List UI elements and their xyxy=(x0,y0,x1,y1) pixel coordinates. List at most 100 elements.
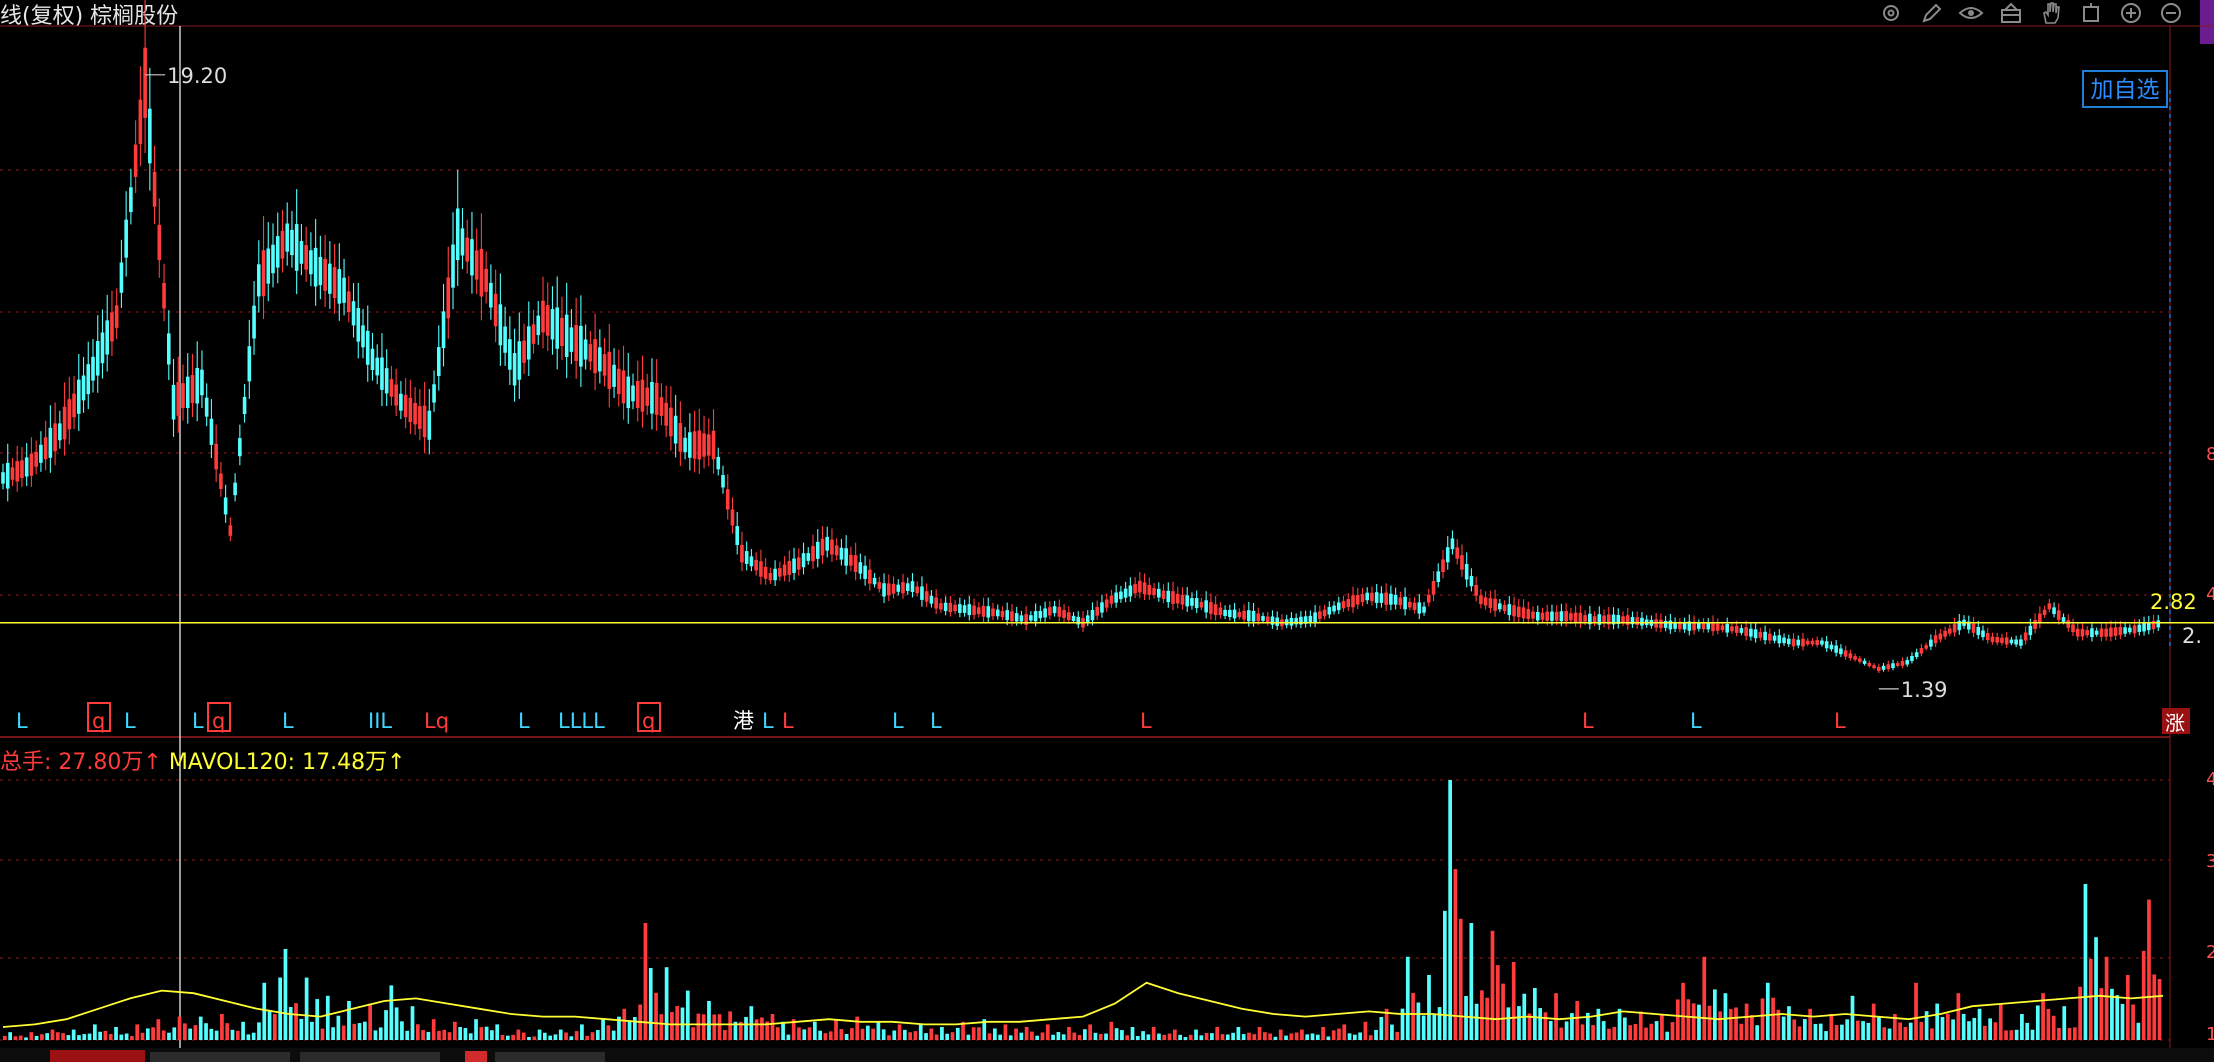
price-candle xyxy=(280,230,285,259)
signal-marker: L xyxy=(782,709,794,733)
price-candle xyxy=(2066,620,2071,628)
volume-axis-label: 3 xyxy=(2206,851,2214,872)
volume-bar xyxy=(34,1035,39,1040)
price-candle xyxy=(787,560,792,575)
volume-bar xyxy=(193,1025,198,1040)
volume-axis-label: 4 xyxy=(2206,769,2214,790)
price-candle xyxy=(1905,660,1910,665)
volume-bar xyxy=(574,1031,579,1040)
price-candle xyxy=(796,557,801,570)
volume-bar xyxy=(479,1027,484,1040)
price-candle xyxy=(1948,628,1952,634)
price-candle xyxy=(778,568,782,577)
price-candle xyxy=(2052,607,2056,615)
price-candle xyxy=(1763,631,1767,641)
price-candle xyxy=(683,437,687,453)
price-candle xyxy=(2009,639,2014,644)
price-candle xyxy=(1621,616,1625,623)
volume-bar xyxy=(1353,1034,1357,1040)
volume-bar xyxy=(167,1032,171,1040)
volume-bar xyxy=(1697,1004,1701,1040)
price-candle xyxy=(550,309,555,340)
price-candle xyxy=(1161,590,1166,600)
signal-marker: L xyxy=(518,709,530,733)
price-candle xyxy=(95,341,100,376)
price-candle xyxy=(612,364,616,387)
price-candle xyxy=(1019,615,1024,622)
volume-bar xyxy=(1194,1029,1198,1040)
add-to-watchlist-button[interactable]: 加自选 xyxy=(2082,70,2168,108)
volume-bar xyxy=(2051,1015,2056,1040)
price-candle xyxy=(1502,604,1507,612)
volume-bar xyxy=(1379,1017,1384,1040)
volume-bar xyxy=(1104,1033,1108,1040)
price-candle xyxy=(1886,664,1891,670)
volume-bar xyxy=(871,1028,875,1040)
price-candle xyxy=(526,326,531,360)
price-candle xyxy=(2090,628,2094,638)
volume-bar xyxy=(929,1028,934,1040)
price-candle xyxy=(1057,606,1062,617)
volume-bar xyxy=(2030,1029,2035,1040)
volume-bar xyxy=(1188,1034,1193,1040)
volume-bar xyxy=(2125,975,2130,1040)
price-candle xyxy=(2080,628,2085,637)
volume-bar xyxy=(1495,965,1500,1040)
volume-bar xyxy=(1787,1006,1791,1040)
volume-bar xyxy=(82,1034,87,1040)
price-candle xyxy=(692,431,697,459)
price-candle xyxy=(782,564,787,576)
price-candle xyxy=(1981,630,1985,638)
price-candle xyxy=(24,457,29,477)
price-candle xyxy=(176,382,181,416)
price-candle xyxy=(1834,645,1838,653)
price-candle xyxy=(967,604,972,616)
price-candle xyxy=(200,369,204,396)
volume-bar xyxy=(1628,1025,1632,1040)
price-candle xyxy=(1123,588,1128,598)
volume-bar xyxy=(1008,1035,1013,1040)
price-candle xyxy=(631,385,635,402)
volume-bar xyxy=(1315,1034,1320,1040)
price-candle xyxy=(418,406,422,429)
price-candle xyxy=(1569,613,1573,621)
price-candle xyxy=(1426,594,1431,603)
price-candle xyxy=(1919,648,1924,654)
volume-bar xyxy=(336,1015,341,1040)
price-candle xyxy=(1384,592,1388,605)
price-candle xyxy=(744,551,749,564)
signal-marker: q xyxy=(212,709,225,733)
kline-chart-canvas[interactable]: 19.201.392.822.844321 Lq L Lq L IIL Lq L LLLL q 港… xyxy=(0,0,2214,1062)
volume-bar xyxy=(2014,1029,2019,1040)
signal-marker: L xyxy=(1140,709,1152,733)
volume-bar xyxy=(876,1021,881,1040)
price-candle xyxy=(470,239,474,276)
price-candle xyxy=(1147,584,1152,595)
volume-bar xyxy=(521,1032,526,1040)
volume-bar xyxy=(1014,1028,1018,1040)
price-candle xyxy=(711,430,716,460)
volume-bar xyxy=(749,1006,754,1040)
volume-bar xyxy=(728,1011,732,1040)
price-candle xyxy=(2019,639,2023,646)
price-candle xyxy=(1412,602,1417,610)
price-candle xyxy=(1275,617,1280,626)
volume-bar xyxy=(214,1030,219,1040)
volume-bar xyxy=(622,1008,627,1040)
price-candle xyxy=(863,565,867,579)
price-candle xyxy=(962,605,967,613)
volume-bar xyxy=(1771,997,1775,1040)
volume-bar xyxy=(2131,1004,2135,1040)
price-candle xyxy=(1365,592,1370,601)
price-candle xyxy=(1540,612,1545,620)
volume-bar xyxy=(505,1035,510,1040)
volume-bar xyxy=(468,1033,473,1040)
volume-bar xyxy=(1231,1032,1235,1040)
price-candle xyxy=(2056,610,2061,620)
volume-bar xyxy=(1919,1022,1924,1040)
signal-marker: L xyxy=(16,709,28,733)
volume-bar xyxy=(1453,869,1458,1040)
price-candle xyxy=(1327,606,1332,615)
price-candle xyxy=(1715,623,1720,631)
volume-bar xyxy=(235,1030,240,1040)
